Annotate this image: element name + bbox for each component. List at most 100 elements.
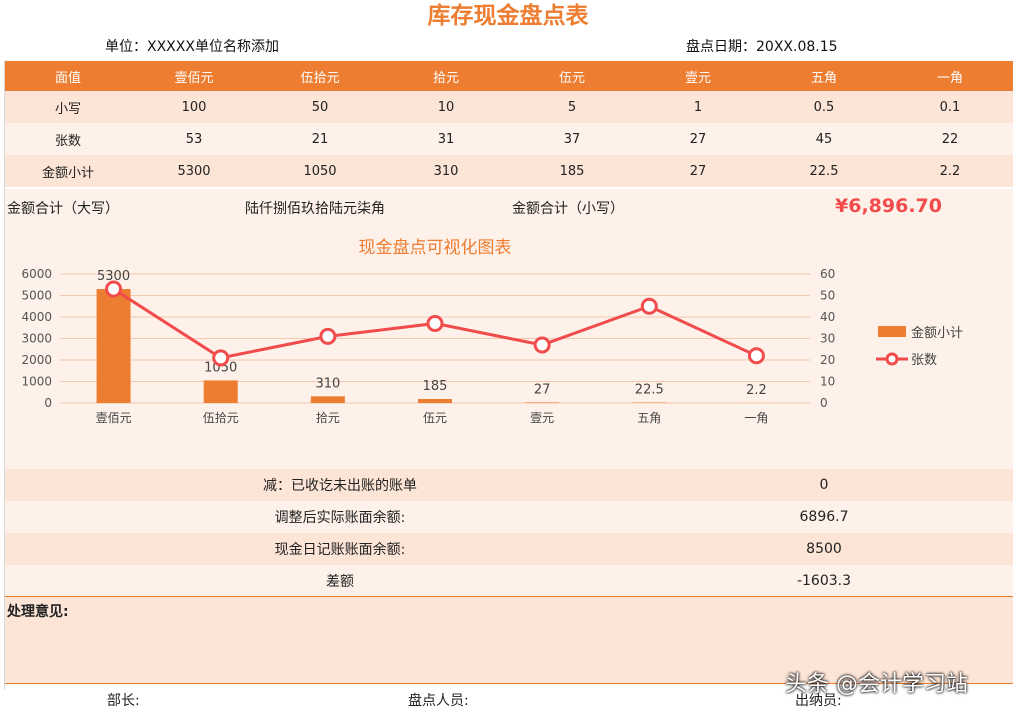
remarks-label: 处理意见: xyxy=(7,604,69,620)
adjustment-row: 减：已收讫未出账的账单 0 xyxy=(5,469,1013,501)
table-cell[interactable]: 金额小计 xyxy=(5,162,131,181)
x-tick-label: 五角 xyxy=(637,411,661,425)
bar-data-label: 27 xyxy=(534,382,551,397)
adjustment-row: 现金日记账账面余额: 8500 xyxy=(5,533,1013,565)
footer-head: 部长: xyxy=(107,693,140,709)
bar-data-label: 310 xyxy=(315,376,340,391)
date-label: 盘点日期：20XX.08.15 xyxy=(686,39,838,55)
adjustment-row: 调整后实际账面余额: 6896.7 xyxy=(5,501,1013,533)
table-cell[interactable]: 1050 xyxy=(257,164,383,179)
y-left-tick-label: 0 xyxy=(44,396,52,410)
table-header-row: 面值 壹佰元 伍拾元 拾元 伍元 壹元 五角 一角 xyxy=(5,61,1013,91)
adjustment-value[interactable]: 6896.7 xyxy=(675,509,1013,525)
table-cell[interactable]: 张数 xyxy=(5,130,131,149)
table-cell[interactable]: 5300 xyxy=(131,164,257,179)
table-cell[interactable]: 1 xyxy=(635,100,761,115)
total-lower-label: 金额合计（小写） xyxy=(512,201,624,217)
y-left-tick-label: 1000 xyxy=(21,375,52,389)
line-point xyxy=(533,336,551,354)
line-point xyxy=(747,347,765,365)
table-cell[interactable]: 37 xyxy=(509,132,635,147)
adjustment-table: 减：已收讫未出账的账单 0 调整后实际账面余额: 6896.7 现金日记账账面余… xyxy=(5,469,1013,597)
bar xyxy=(418,399,452,403)
y-right-tick-label: 50 xyxy=(820,289,835,303)
table-cell[interactable]: 31 xyxy=(383,132,509,147)
table-cell[interactable]: 310 xyxy=(383,164,509,179)
denomination-table: 面值 壹佰元 伍拾元 拾元 伍元 壹元 五角 一角 小写 100 50 10 5… xyxy=(5,61,1013,187)
y-right-tick-label: 10 xyxy=(820,375,835,389)
bar xyxy=(203,380,238,403)
adjustment-value[interactable]: -1603.3 xyxy=(675,573,1013,589)
line-point xyxy=(319,327,337,345)
legend-line-marker xyxy=(885,352,899,366)
y-right-tick-label: 30 xyxy=(820,332,835,346)
footer-counter: 盘点人员: xyxy=(408,693,469,709)
x-tick-label: 伍元 xyxy=(423,411,447,425)
table-cell[interactable]: 27 xyxy=(635,132,761,147)
cash-chart: 现金盘点可视化图表 0 1000 2000 3000 4000 5000 6000 0 10 20 3… xyxy=(21,238,963,425)
table-cell[interactable]: 27 xyxy=(635,164,761,179)
table-cell[interactable]: 100 xyxy=(131,100,257,115)
adjustment-label: 减：已收讫未出账的账单 xyxy=(263,478,417,494)
y-right-tick-label: 60 xyxy=(820,267,835,281)
header-cell: 面值 xyxy=(54,70,81,86)
line-point xyxy=(640,297,658,315)
x-tick-label: 壹元 xyxy=(530,411,554,425)
adjustment-label: 差额 xyxy=(326,574,354,590)
unit-label: 单位：XXXXX单位名称添加 xyxy=(105,39,279,55)
adjustment-label: 调整后实际账面余额: xyxy=(274,510,406,526)
bar xyxy=(96,289,131,403)
header-cell: 壹元 xyxy=(684,70,711,86)
table-row: 张数 53 21 31 37 27 45 22 xyxy=(5,123,1013,155)
total-lower-value[interactable]: ¥6,896.70 xyxy=(835,195,942,217)
header-cell: 一角 xyxy=(936,70,963,86)
table-cell[interactable]: 10 xyxy=(383,100,509,115)
adjustment-value[interactable]: 8500 xyxy=(675,541,1013,557)
table-row: 金额小计 5300 1050 310 185 27 22.5 2.2 xyxy=(5,155,1013,187)
x-tick-label: 一角 xyxy=(744,411,768,425)
y-left-tick-label: 6000 xyxy=(21,267,52,281)
total-upper-value[interactable]: 陆仟捌佰玖拾陆元柒角 xyxy=(245,198,385,218)
y-left-tick-label: 3000 xyxy=(21,332,52,346)
bar xyxy=(525,402,560,403)
table-row: 小写 100 50 10 5 1 0.5 0.1 xyxy=(5,91,1013,123)
table-cell[interactable]: 45 xyxy=(761,132,887,147)
table-cell[interactable]: 2.2 xyxy=(887,164,1013,179)
adjustment-value[interactable]: 0 xyxy=(675,477,1013,493)
y-left-tick-label: 5000 xyxy=(21,289,52,303)
adjustment-label: 现金日记账账面余额: xyxy=(274,542,406,558)
x-tick-label: 伍拾元 xyxy=(203,410,239,425)
legend-line-label: 张数 xyxy=(911,353,937,368)
table-cell[interactable]: 22 xyxy=(887,132,1013,147)
chart-title: 现金盘点可视化图表 xyxy=(359,238,512,258)
header-cell: 伍拾元 xyxy=(300,70,340,86)
line-point xyxy=(212,349,230,367)
chart-area: 金额合计（大写） 陆仟捌佰玖拾陆元柒角 金额合计（小写） ¥6,896.70 现… xyxy=(5,189,1013,469)
table-cell[interactable]: 0.1 xyxy=(887,100,1013,115)
header-cell: 壹佰元 xyxy=(174,70,214,86)
y-right-tick-label: 20 xyxy=(820,353,835,367)
page-title: 库存现金盘点表 xyxy=(427,3,589,29)
header-cell: 伍元 xyxy=(558,70,585,86)
table-cell[interactable]: 53 xyxy=(131,132,257,147)
table-cell[interactable]: 22.5 xyxy=(761,164,887,179)
x-tick-label: 壹佰元 xyxy=(96,411,132,425)
table-cell[interactable]: 185 xyxy=(509,164,635,179)
table-cell[interactable]: 21 xyxy=(257,132,383,147)
header-cell: 五角 xyxy=(810,70,837,86)
total-row: 金额合计（大写） 陆仟捌佰玖拾陆元柒角 金额合计（小写） ¥6,896.70 xyxy=(5,189,1013,225)
total-upper-label: 金额合计（大写） xyxy=(7,201,119,217)
table-cell[interactable]: 50 xyxy=(257,100,383,115)
y-right-tick-label: 40 xyxy=(820,310,835,324)
bar-data-label: 22.5 xyxy=(635,383,664,398)
x-tick-label: 拾元 xyxy=(316,410,340,425)
table-cell[interactable]: 0.5 xyxy=(761,100,887,115)
line-point xyxy=(426,314,444,332)
table-cell[interactable]: 5 xyxy=(509,100,635,115)
bar xyxy=(310,396,345,403)
y-left-tick-label: 2000 xyxy=(21,353,52,367)
legend-bar-label: 金额小计 xyxy=(911,325,963,341)
table-cell[interactable]: 小写 xyxy=(5,98,131,117)
adjustment-row: 差额 -1603.3 xyxy=(5,565,1013,597)
y-left-tick-label: 4000 xyxy=(21,310,52,324)
